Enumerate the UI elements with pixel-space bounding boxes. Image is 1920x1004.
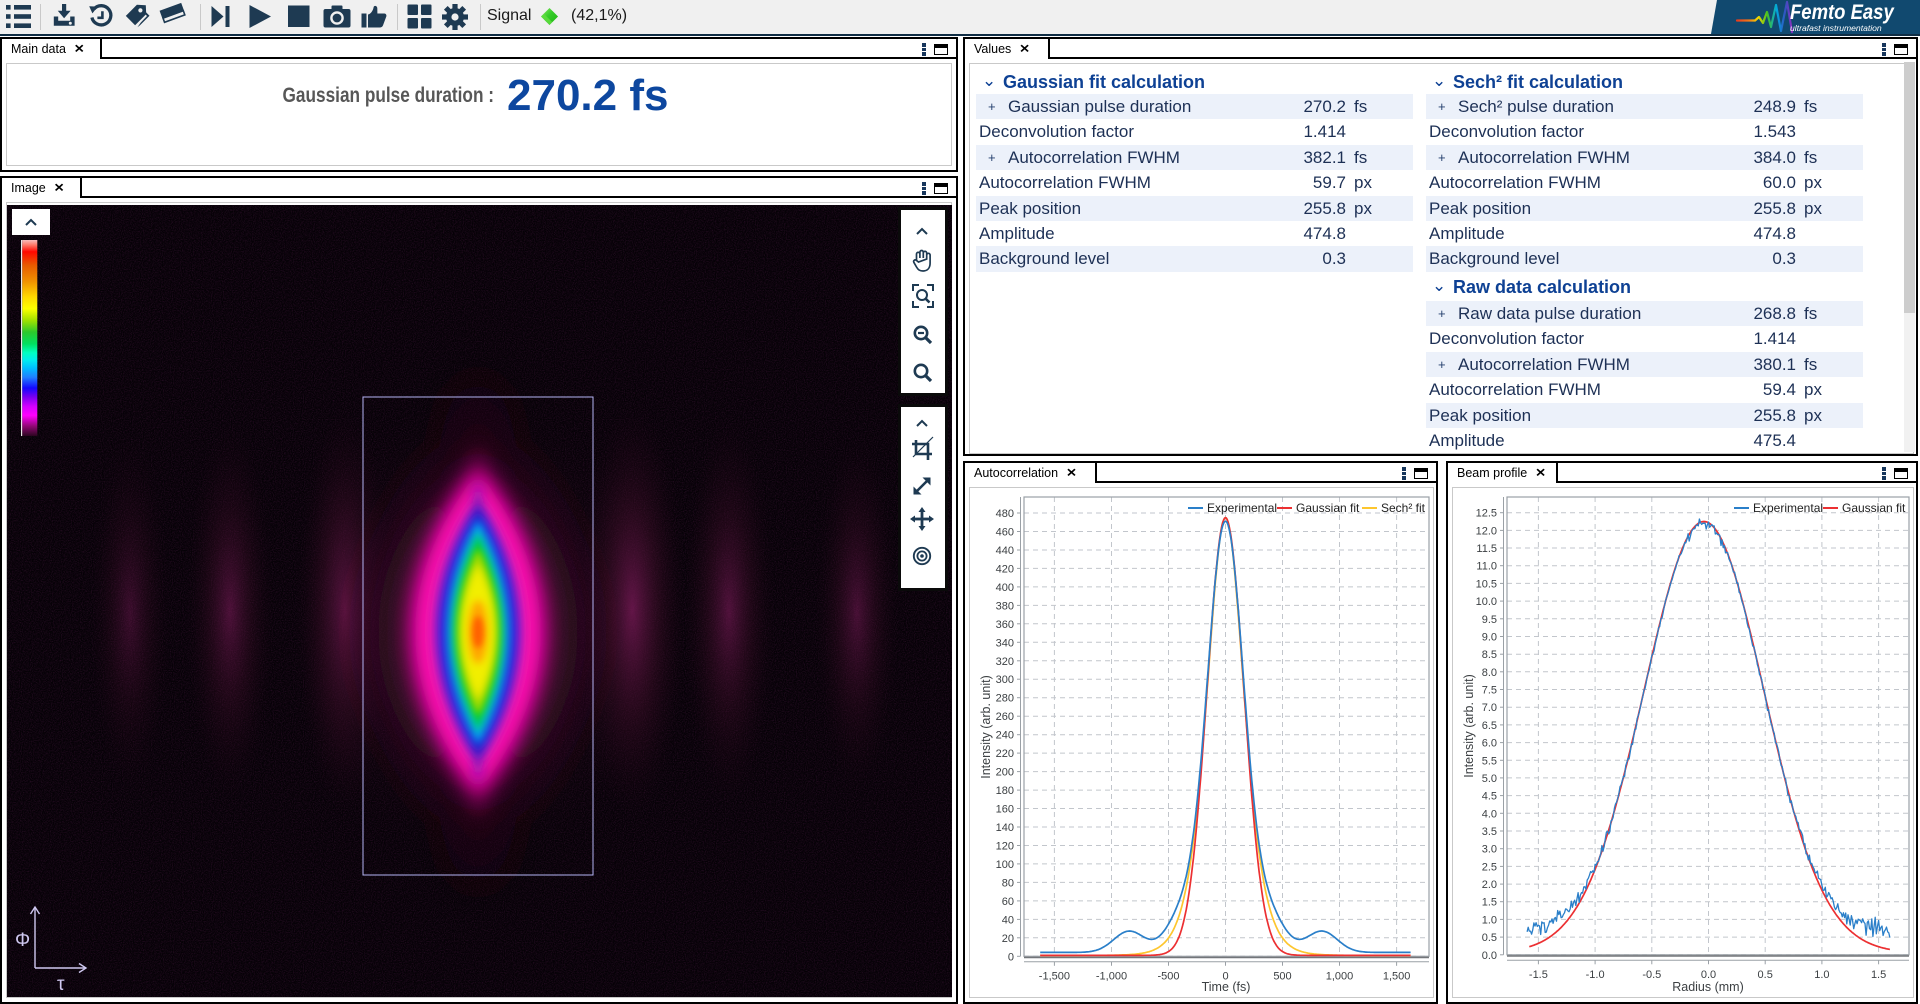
svg-text:Φ: Φ bbox=[15, 930, 30, 951]
svg-text:τ: τ bbox=[57, 974, 65, 995]
